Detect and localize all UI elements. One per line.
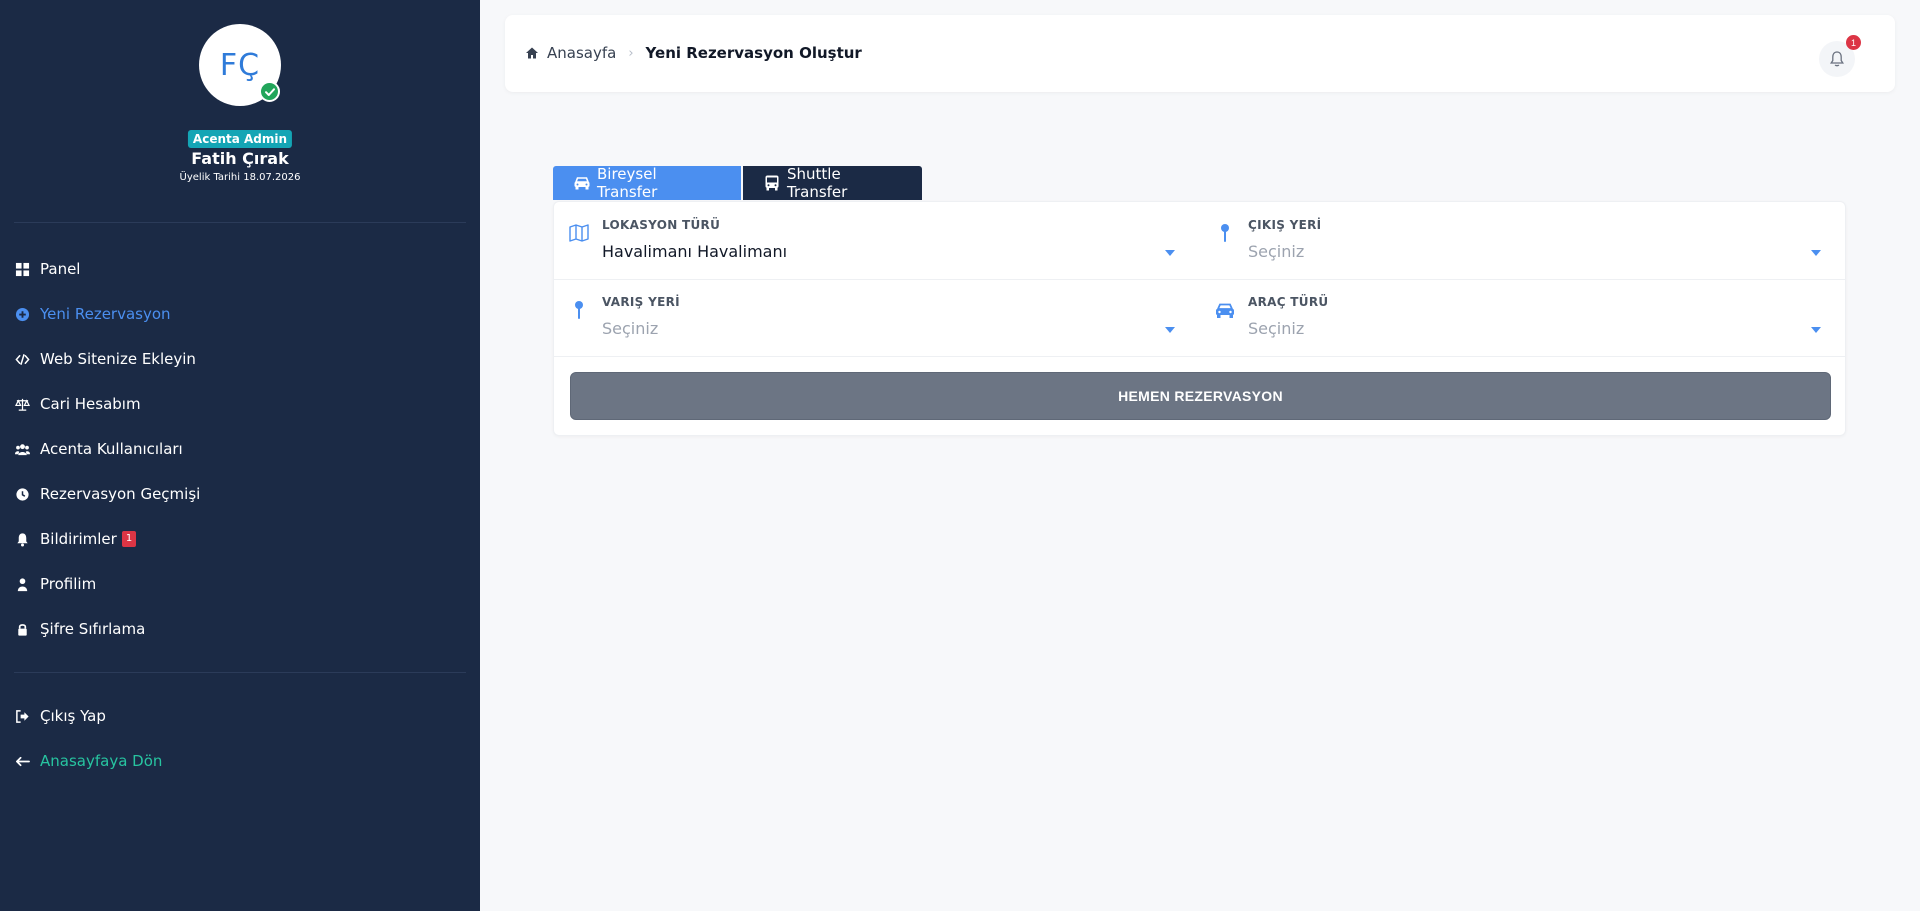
departure-label: ÇIKIŞ YERİ bbox=[1248, 218, 1322, 232]
departure-select[interactable]: ÇIKIŞ YERİ Seçiniz bbox=[1200, 202, 1846, 279]
sidebar-item-label: Profilim bbox=[40, 575, 97, 593]
sidebar-item-logout[interactable]: Çıkış Yap bbox=[14, 703, 106, 729]
arrow-left-icon bbox=[14, 753, 30, 769]
sidebar-item-label: Çıkış Yap bbox=[40, 707, 106, 725]
sidebar-item-label: Panel bbox=[40, 260, 81, 278]
car-icon bbox=[573, 174, 591, 192]
avatar-initials: FÇ bbox=[219, 47, 261, 83]
sidebar-item-notifications[interactable]: Bildirimler 1 bbox=[14, 526, 137, 552]
bus-icon bbox=[763, 174, 781, 192]
verified-check-icon bbox=[259, 81, 280, 102]
sidebar-item-new-reservation[interactable]: Yeni Rezervasyon bbox=[14, 301, 171, 327]
arrival-label: VARIŞ YERİ bbox=[602, 295, 680, 309]
map-icon bbox=[568, 222, 590, 244]
vehicle-type-select[interactable]: ARAÇ TÜRÜ Seçiniz bbox=[1200, 279, 1846, 356]
balance-scale-icon bbox=[14, 396, 30, 412]
sidebar-divider bbox=[14, 222, 466, 223]
arrival-placeholder: Seçiniz bbox=[602, 319, 659, 338]
notification-badge: 1 bbox=[121, 531, 137, 547]
role-badge: Acenta Admin bbox=[187, 130, 293, 148]
map-pin-icon bbox=[1214, 222, 1236, 244]
notifications-button[interactable]: 1 bbox=[1819, 35, 1861, 77]
chevron-down-icon bbox=[1811, 250, 1821, 256]
top-header: Anasayfa › Yeni Rezervasyon Oluştur 1 bbox=[505, 15, 1895, 92]
sidebar-item-account[interactable]: Cari Hesabım bbox=[14, 391, 141, 417]
users-icon bbox=[14, 441, 30, 457]
tab-individual-transfer[interactable]: Bireysel Transfer bbox=[553, 165, 741, 201]
book-now-button[interactable]: HEMEN REZERVASYON bbox=[570, 372, 1831, 420]
sidebar-item-label: Anasayfaya Dön bbox=[40, 752, 163, 770]
sidebar: FÇ Acenta Admin Fatih Çırak Üyelik Tarih… bbox=[0, 0, 480, 911]
sign-out-icon bbox=[14, 708, 30, 724]
sidebar-item-label: Acenta Kullanıcıları bbox=[40, 440, 183, 458]
sidebar-item-agency-users[interactable]: Acenta Kullanıcıları bbox=[14, 436, 183, 462]
tab-label: Shuttle Transfer bbox=[787, 165, 848, 201]
tab-label: Bireysel Transfer bbox=[597, 165, 658, 201]
grid-icon bbox=[14, 261, 30, 277]
transfer-tabs: Bireysel Transfer Shuttle Transfer bbox=[553, 165, 922, 201]
lock-icon bbox=[14, 621, 30, 637]
code-icon bbox=[14, 351, 30, 367]
sidebar-item-label: Cari Hesabım bbox=[40, 395, 141, 413]
avatar: FÇ bbox=[199, 24, 281, 106]
departure-placeholder: Seçiniz bbox=[1248, 242, 1305, 261]
breadcrumb: Anasayfa › Yeni Rezervasyon Oluştur bbox=[525, 44, 862, 62]
clock-icon bbox=[14, 486, 30, 502]
sidebar-item-profile[interactable]: Profilim bbox=[14, 571, 96, 597]
breadcrumb-home-link[interactable]: Anasayfa bbox=[547, 44, 616, 62]
breadcrumb-current: Yeni Rezervasyon Oluştur bbox=[645, 44, 862, 62]
user-name: Fatih Çırak bbox=[191, 149, 289, 168]
bell-outline-icon bbox=[1828, 50, 1846, 68]
car-icon bbox=[1214, 299, 1236, 321]
breadcrumb-separator: › bbox=[628, 45, 634, 61]
home-icon bbox=[525, 46, 539, 60]
header-notification-badge: 1 bbox=[1846, 35, 1861, 50]
map-pin-icon bbox=[568, 299, 590, 321]
reservation-form-card: LOKASYON TÜRÜ Havalimanı Havalimanı ÇIKI… bbox=[553, 201, 1846, 436]
location-type-label: LOKASYON TÜRÜ bbox=[602, 218, 721, 232]
sidebar-item-password-reset[interactable]: Şifre Sıfırlama bbox=[14, 616, 145, 642]
vehicle-type-label: ARAÇ TÜRÜ bbox=[1248, 295, 1329, 309]
chevron-down-icon bbox=[1165, 250, 1175, 256]
sidebar-item-back-home[interactable]: Anasayfaya Dön bbox=[14, 748, 162, 774]
sidebar-item-label: Rezervasyon Geçmişi bbox=[40, 485, 201, 503]
sidebar-item-panel[interactable]: Panel bbox=[14, 256, 80, 282]
location-type-value: Havalimanı Havalimanı bbox=[602, 242, 788, 261]
vehicle-type-placeholder: Seçiniz bbox=[1248, 319, 1305, 338]
sidebar-divider bbox=[14, 672, 466, 673]
chevron-down-icon bbox=[1165, 327, 1175, 333]
sidebar-item-label: Yeni Rezervasyon bbox=[40, 305, 171, 323]
plus-circle-icon bbox=[14, 306, 30, 322]
member-since: Üyelik Tarihi 18.07.2026 bbox=[179, 172, 301, 183]
tab-shuttle-transfer[interactable]: Shuttle Transfer bbox=[743, 165, 922, 201]
row-divider bbox=[554, 356, 1845, 357]
user-icon bbox=[14, 576, 30, 592]
sidebar-item-reservation-history[interactable]: Rezervasyon Geçmişi bbox=[14, 481, 200, 507]
sidebar-item-label: Şifre Sıfırlama bbox=[40, 620, 146, 638]
sidebar-item-embed-website[interactable]: Web Sitenize Ekleyin bbox=[14, 346, 196, 372]
location-type-select[interactable]: LOKASYON TÜRÜ Havalimanı Havalimanı bbox=[554, 202, 1200, 279]
sidebar-item-label: Bildirimler bbox=[40, 530, 117, 548]
sidebar-item-label: Web Sitenize Ekleyin bbox=[40, 350, 196, 368]
chevron-down-icon bbox=[1811, 327, 1821, 333]
bell-icon bbox=[14, 531, 30, 547]
arrival-select[interactable]: VARIŞ YERİ Seçiniz bbox=[554, 279, 1200, 356]
